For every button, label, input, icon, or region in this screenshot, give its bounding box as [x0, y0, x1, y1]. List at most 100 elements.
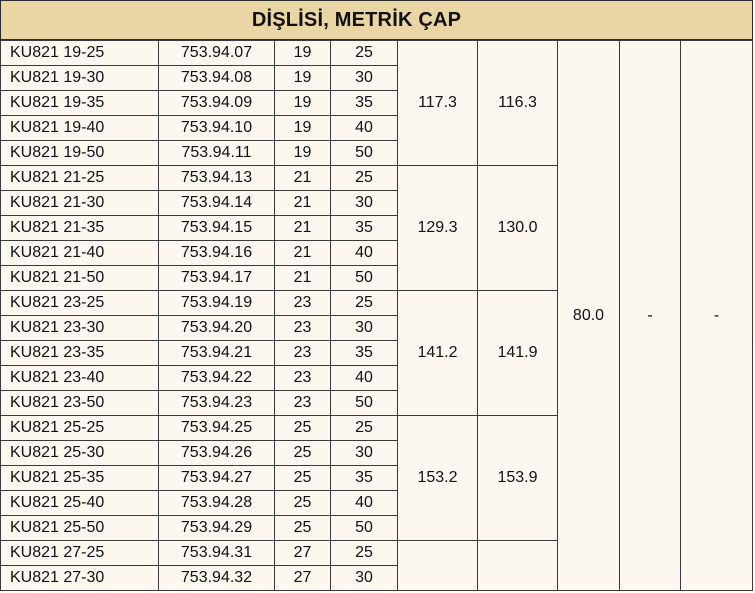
- reference-number-cell: 753.94.21: [158, 340, 275, 366]
- length-cell: 35: [330, 90, 398, 116]
- diameter-cell: 21: [274, 240, 331, 266]
- diameter-cell: 25: [274, 440, 331, 466]
- reference-number-cell: 753.94.17: [158, 265, 275, 291]
- spec-table-body: KU821 19-25 753.94.07 19 25 117.3 116.3 80.0- -…: [0, 40, 753, 591]
- length-cell: 30: [330, 65, 398, 91]
- reference-number-cell: 753.94.09: [158, 90, 275, 116]
- length-cell: 50: [330, 390, 398, 416]
- reference-number-cell: 753.94.23: [158, 390, 275, 416]
- product-code-cell: KU821 21-40: [0, 240, 159, 266]
- reference-number-cell: 753.94.14: [158, 190, 275, 216]
- diameter-cell: 21: [274, 190, 331, 216]
- reference-number-cell: 753.94.10: [158, 115, 275, 141]
- group-value-b-cell: [477, 540, 558, 591]
- length-cell: 25: [330, 540, 398, 566]
- reference-number-cell: 753.94.07: [158, 40, 275, 66]
- length-cell: 40: [330, 240, 398, 266]
- length-cell: 25: [330, 290, 398, 316]
- reference-number-cell: 753.94.28: [158, 490, 275, 516]
- table-row: KU821 19-25 753.94.07 19 25 117.3 116.3 80.0- -: [0, 40, 753, 591]
- shared-value-d-cell: -: [619, 40, 681, 591]
- length-cell: 30: [330, 440, 398, 466]
- length-cell: 50: [330, 140, 398, 166]
- group-value-b-cell: 116.3: [477, 40, 558, 166]
- reference-number-cell: 753.94.11: [158, 140, 275, 166]
- product-code-cell: KU821 25-25: [0, 415, 159, 441]
- diameter-cell: 23: [274, 315, 331, 341]
- length-cell: 40: [330, 365, 398, 391]
- length-cell: 25: [330, 415, 398, 441]
- shared-value-e-cell: -: [680, 40, 753, 591]
- group-value-b-cell: 130.0: [477, 165, 558, 291]
- reference-number-cell: 753.94.19: [158, 290, 275, 316]
- product-code-cell: KU821 23-40: [0, 365, 159, 391]
- length-cell: 40: [330, 490, 398, 516]
- length-cell: 30: [330, 565, 398, 591]
- reference-number-cell: 753.94.26: [158, 440, 275, 466]
- spec-sheet: DİŞLİSİ, METRİK ÇAP KU821 19-25 753.94.07…: [0, 0, 755, 593]
- product-code-cell: KU821 25-30: [0, 440, 159, 466]
- diameter-cell: 27: [274, 540, 331, 566]
- product-code-cell: KU821 25-40: [0, 490, 159, 516]
- reference-number-cell: 753.94.15: [158, 215, 275, 241]
- group-value-a-cell: [397, 540, 478, 591]
- product-code-cell: KU821 23-25: [0, 290, 159, 316]
- length-cell: 30: [330, 315, 398, 341]
- diameter-cell: 23: [274, 340, 331, 366]
- length-cell: 35: [330, 465, 398, 491]
- product-code-cell: KU821 23-30: [0, 315, 159, 341]
- diameter-cell: 19: [274, 115, 331, 141]
- length-cell: 50: [330, 515, 398, 541]
- product-code-cell: KU821 25-50: [0, 515, 159, 541]
- length-cell: 35: [330, 215, 398, 241]
- diameter-cell: 19: [274, 140, 331, 166]
- diameter-cell: 23: [274, 390, 331, 416]
- diameter-cell: 21: [274, 165, 331, 191]
- length-cell: 40: [330, 115, 398, 141]
- product-code-cell: KU821 21-30: [0, 190, 159, 216]
- reference-number-cell: 753.94.20: [158, 315, 275, 341]
- reference-number-cell: 753.94.27: [158, 465, 275, 491]
- product-code-cell: KU821 23-50: [0, 390, 159, 416]
- length-cell: 25: [330, 165, 398, 191]
- length-cell: 25: [330, 40, 398, 66]
- product-code-cell: KU821 21-50: [0, 265, 159, 291]
- product-code-cell: KU821 19-35: [0, 90, 159, 116]
- product-code-cell: KU821 19-40: [0, 115, 159, 141]
- diameter-cell: 25: [274, 515, 331, 541]
- reference-number-cell: 753.94.16: [158, 240, 275, 266]
- group-value-a-cell: 129.3: [397, 165, 478, 291]
- diameter-cell: 19: [274, 40, 331, 66]
- group-value-b-cell: 153.9: [477, 415, 558, 541]
- diameter-cell: 27: [274, 565, 331, 591]
- length-cell: 50: [330, 265, 398, 291]
- diameter-cell: 21: [274, 265, 331, 291]
- reference-number-cell: 753.94.25: [158, 415, 275, 441]
- group-value-a-cell: 117.3: [397, 40, 478, 166]
- reference-number-cell: 753.94.31: [158, 540, 275, 566]
- product-code-cell: KU821 19-50: [0, 140, 159, 166]
- diameter-cell: 19: [274, 90, 331, 116]
- table-title-bar: DİŞLİSİ, METRİK ÇAP: [0, 0, 753, 41]
- reference-number-cell: 753.94.29: [158, 515, 275, 541]
- diameter-cell: 21: [274, 215, 331, 241]
- diameter-cell: 23: [274, 290, 331, 316]
- product-code-cell: KU821 27-30: [0, 565, 159, 591]
- spec-table: KU821 19-25 753.94.07 19 25 117.3 116.3 80.0- -…: [0, 40, 753, 591]
- product-code-cell: KU821 23-35: [0, 340, 159, 366]
- product-code-cell: KU821 21-25: [0, 165, 159, 191]
- table-title: DİŞLİSİ, METRİK ÇAP: [251, 8, 462, 31]
- group-value-b-cell: 141.9: [477, 290, 558, 416]
- product-code-cell: KU821 19-25: [0, 40, 159, 66]
- reference-number-cell: 753.94.13: [158, 165, 275, 191]
- product-code-cell: KU821 25-35: [0, 465, 159, 491]
- diameter-cell: 25: [274, 415, 331, 441]
- group-value-a-cell: 153.2: [397, 415, 478, 541]
- product-code-cell: KU821 27-25: [0, 540, 159, 566]
- reference-number-cell: 753.94.08: [158, 65, 275, 91]
- length-cell: 35: [330, 340, 398, 366]
- group-value-a-cell: 141.2: [397, 290, 478, 416]
- diameter-cell: 25: [274, 490, 331, 516]
- diameter-cell: 23: [274, 365, 331, 391]
- length-cell: 30: [330, 190, 398, 216]
